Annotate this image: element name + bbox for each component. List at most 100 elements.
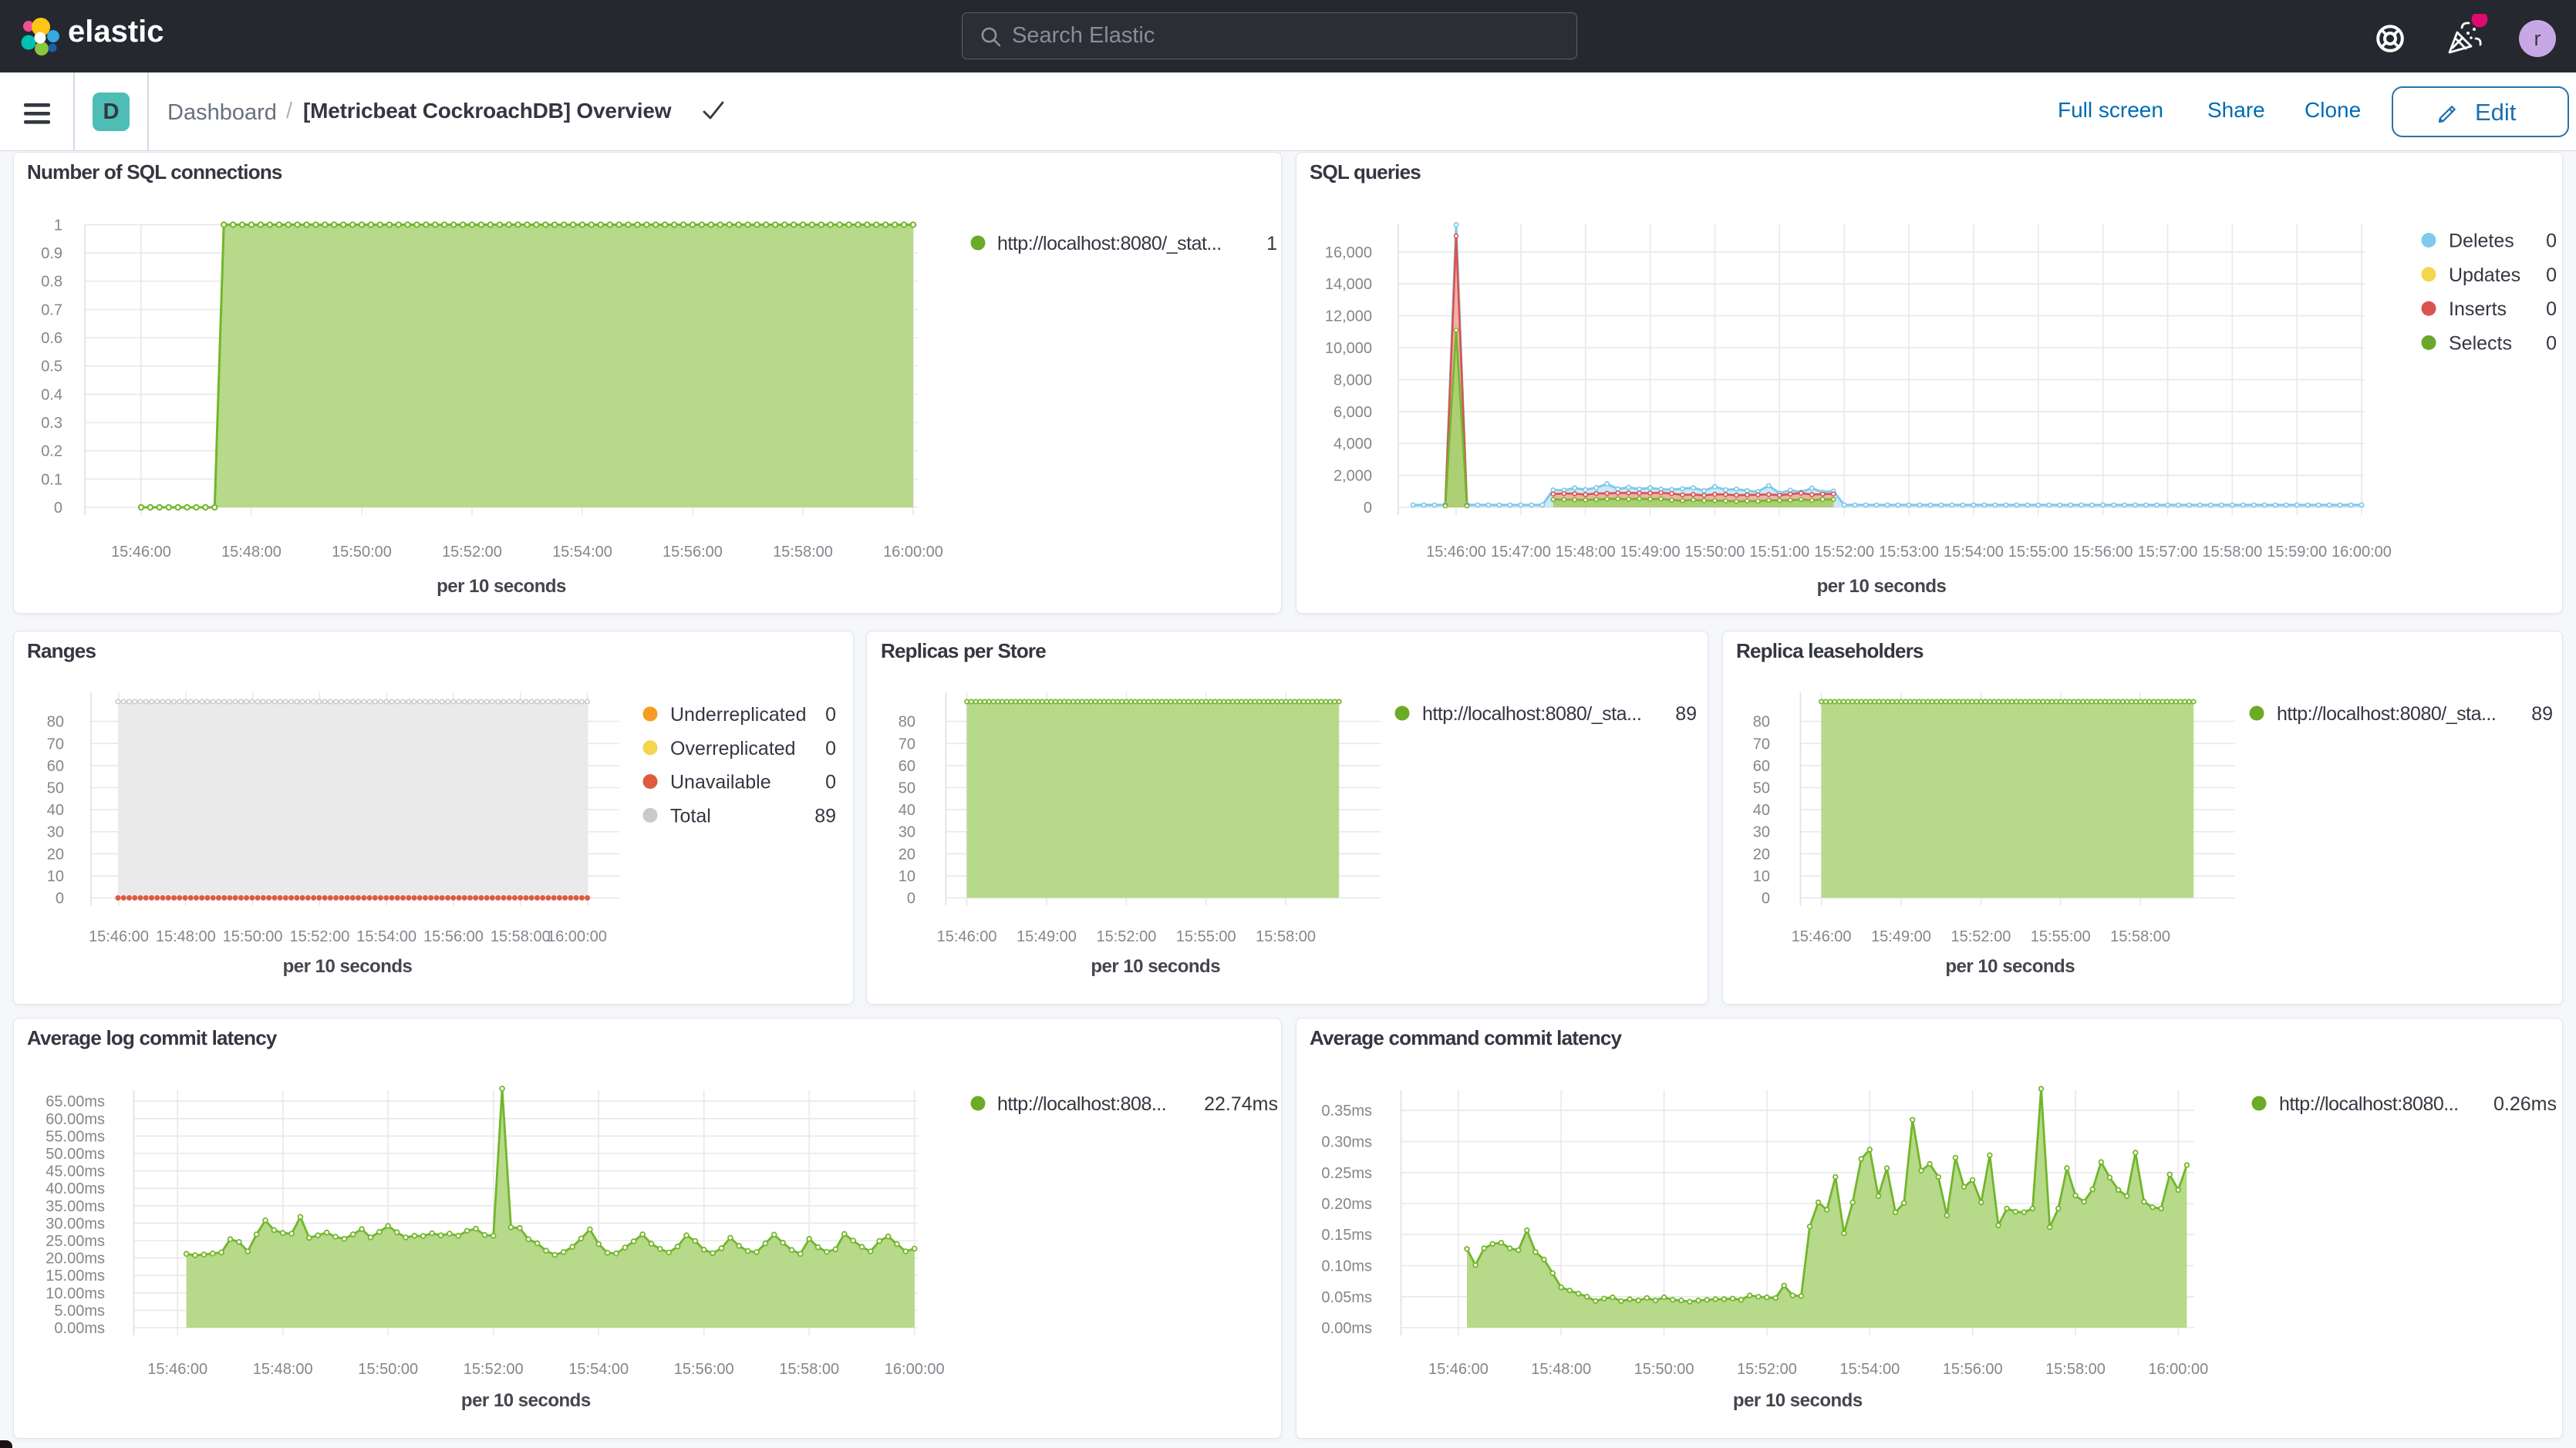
svg-text:60: 60	[47, 758, 64, 775]
svg-text:0.7: 0.7	[41, 301, 62, 318]
svg-text:0: 0	[54, 500, 62, 517]
svg-text:Selects: Selects	[2449, 332, 2512, 354]
svg-text:15:54:00: 15:54:00	[552, 544, 612, 561]
svg-text:0.35ms: 0.35ms	[1321, 1103, 1372, 1120]
svg-text:80: 80	[1753, 714, 1770, 731]
svg-text:89: 89	[1675, 703, 1697, 725]
svg-text:70: 70	[899, 736, 915, 753]
svg-text:per 10 seconds: per 10 seconds	[283, 956, 413, 977]
svg-text:per 10 seconds: per 10 seconds	[1091, 956, 1220, 977]
svg-text:80: 80	[899, 714, 915, 731]
svg-text:50: 50	[899, 780, 915, 797]
svg-text:10: 10	[899, 868, 915, 885]
svg-text:40: 40	[1753, 802, 1770, 819]
svg-text:60: 60	[899, 758, 915, 775]
svg-text:15:49:00: 15:49:00	[1871, 928, 1931, 945]
svg-text:89: 89	[2531, 703, 2553, 725]
svg-text:40: 40	[899, 802, 915, 819]
svg-text:0.6: 0.6	[41, 330, 62, 347]
svg-text:8,000: 8,000	[1334, 372, 1372, 389]
svg-text:10,000: 10,000	[1325, 340, 1372, 357]
svg-text:1: 1	[1266, 233, 1277, 254]
svg-text:0.3: 0.3	[41, 415, 62, 432]
svg-text:70: 70	[47, 736, 64, 753]
svg-text:15:47:00: 15:47:00	[1491, 544, 1551, 561]
svg-text:10: 10	[1753, 868, 1770, 885]
svg-text:0.05ms: 0.05ms	[1321, 1289, 1372, 1306]
svg-text:0: 0	[2546, 264, 2557, 286]
svg-text:Average command commit latency: Average command commit latency	[1310, 1026, 1623, 1049]
svg-text:0: 0	[825, 772, 836, 793]
svg-text:0.20ms: 0.20ms	[1321, 1196, 1372, 1213]
svg-text:15:46:00: 15:46:00	[1428, 1361, 1489, 1378]
svg-text:20: 20	[47, 846, 64, 863]
svg-text:Unavailable: Unavailable	[670, 772, 771, 793]
svg-text:50: 50	[1753, 780, 1770, 797]
svg-text:15:58:00: 15:58:00	[2202, 544, 2262, 561]
svg-text:45.00ms: 45.00ms	[46, 1163, 105, 1180]
svg-text:Updates: Updates	[2449, 264, 2520, 286]
svg-text:30: 30	[47, 824, 64, 841]
svg-text:20: 20	[899, 846, 915, 863]
svg-text:0: 0	[56, 891, 64, 908]
svg-text:15:55:00: 15:55:00	[1176, 928, 1236, 945]
svg-text:0.26ms: 0.26ms	[2493, 1093, 2557, 1115]
svg-text:15.00ms: 15.00ms	[46, 1268, 105, 1285]
svg-text:30.00ms: 30.00ms	[46, 1215, 105, 1232]
svg-text:0.25ms: 0.25ms	[1321, 1165, 1372, 1182]
svg-text:16:00:00: 16:00:00	[2332, 544, 2392, 561]
svg-text:12,000: 12,000	[1325, 308, 1372, 325]
svg-text:SQL queries: SQL queries	[1310, 160, 1421, 184]
svg-text:per 10 seconds: per 10 seconds	[461, 1390, 591, 1411]
svg-text:16,000: 16,000	[1325, 244, 1372, 261]
svg-text:0.00ms: 0.00ms	[1321, 1320, 1372, 1337]
svg-text:Average log commit latency: Average log commit latency	[27, 1026, 278, 1049]
svg-text:15:55:00: 15:55:00	[2008, 544, 2069, 561]
svg-text:per 10 seconds: per 10 seconds	[1817, 576, 1947, 597]
svg-text:0.5: 0.5	[41, 359, 62, 375]
svg-text:30: 30	[1753, 824, 1770, 841]
svg-text:10.00ms: 10.00ms	[46, 1285, 105, 1302]
svg-text:22.74ms: 22.74ms	[1204, 1093, 1278, 1115]
svg-text:2,000: 2,000	[1334, 468, 1372, 485]
svg-text:0: 0	[2546, 332, 2557, 354]
svg-text:15:56:00: 15:56:00	[423, 928, 484, 945]
svg-text:15:48:00: 15:48:00	[221, 544, 282, 561]
svg-text:Ranges: Ranges	[27, 639, 96, 662]
svg-text:15:59:00: 15:59:00	[2267, 544, 2327, 561]
svg-text:15:46:00: 15:46:00	[147, 1361, 207, 1378]
svg-text:15:52:00: 15:52:00	[1096, 928, 1156, 945]
svg-text:Underreplicated: Underreplicated	[670, 704, 807, 726]
svg-text:15:54:00: 15:54:00	[568, 1361, 629, 1378]
svg-text:15:58:00: 15:58:00	[2110, 928, 2170, 945]
svg-text:per 10 seconds: per 10 seconds	[437, 576, 566, 597]
svg-text:1: 1	[54, 217, 62, 234]
svg-text:15:48:00: 15:48:00	[1556, 544, 1616, 561]
svg-text:15:56:00: 15:56:00	[663, 544, 723, 561]
svg-text:30: 30	[899, 824, 915, 841]
svg-text:http://localhost:8080...: http://localhost:8080...	[2279, 1093, 2459, 1115]
svg-text:http://localhost:8080/_sta...: http://localhost:8080/_sta...	[2277, 703, 2496, 725]
svg-text:15:56:00: 15:56:00	[1943, 1361, 2003, 1378]
svg-text:15:48:00: 15:48:00	[156, 928, 216, 945]
svg-text:16:00:00: 16:00:00	[883, 544, 943, 561]
svg-text:15:49:00: 15:49:00	[1620, 544, 1681, 561]
svg-text:50.00ms: 50.00ms	[46, 1146, 105, 1163]
svg-text:55.00ms: 55.00ms	[46, 1128, 105, 1145]
svg-text:15:54:00: 15:54:00	[356, 928, 416, 945]
svg-text:0.4: 0.4	[41, 386, 62, 403]
svg-text:15:53:00: 15:53:00	[1879, 544, 1939, 561]
svg-text:15:58:00: 15:58:00	[2045, 1361, 2106, 1378]
svg-text:15:48:00: 15:48:00	[1531, 1361, 1591, 1378]
svg-text:89: 89	[814, 805, 836, 827]
svg-text:40.00ms: 40.00ms	[46, 1180, 105, 1197]
svg-text:25.00ms: 25.00ms	[46, 1233, 105, 1250]
svg-text:0: 0	[825, 738, 836, 759]
svg-text:15:50:00: 15:50:00	[1684, 544, 1745, 561]
svg-text:http://localhost:8080/_sta...: http://localhost:8080/_sta...	[1422, 703, 1641, 725]
svg-text:15:48:00: 15:48:00	[253, 1361, 313, 1378]
svg-text:0.30ms: 0.30ms	[1321, 1134, 1372, 1151]
svg-text:0.00ms: 0.00ms	[54, 1320, 105, 1337]
svg-text:Overreplicated: Overreplicated	[670, 738, 796, 759]
svg-text:15:46:00: 15:46:00	[937, 928, 997, 945]
